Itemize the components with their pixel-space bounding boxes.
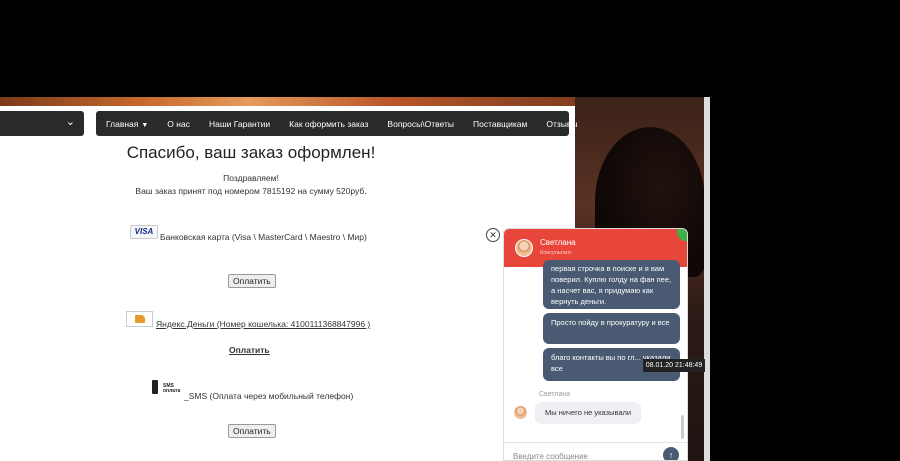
message-text: первая строчка в поиске и я вам поверил.… bbox=[551, 264, 672, 306]
order-summary: Ваш заказ принят под номером 7815192 на … bbox=[135, 186, 367, 196]
nav-item-label: Главная bbox=[106, 118, 139, 129]
chat-scrollbar[interactable] bbox=[681, 415, 684, 439]
card-payment-label: Банковская карта (Visa \ MasterCard \ Ma… bbox=[160, 232, 367, 242]
yandex-pay-link[interactable]: Оплатить bbox=[229, 345, 270, 355]
chat-widget: Светлана Консультант первая строчка в по… bbox=[503, 228, 688, 461]
chat-message-agent: Мы ничего не указывали bbox=[535, 402, 642, 424]
chat-message-user: первая строчка в поиске и я вам поверил.… bbox=[543, 260, 680, 309]
message-text: Просто пойду в прокуратуру и все bbox=[551, 318, 670, 327]
mobile-phone-icon bbox=[152, 380, 158, 394]
close-chat-icon[interactable]: ✕ bbox=[486, 228, 500, 242]
screen: ⌄ Главная ▼ О нас Наши Гарантии Как оформ… bbox=[0, 0, 900, 461]
message-timestamp-tooltip: 08.01.20 21:48:49 bbox=[643, 359, 705, 372]
chevron-down-icon: ⌄ bbox=[65, 116, 75, 128]
top-nav: Главная ▼ О нас Наши Гарантии Как оформит… bbox=[96, 111, 577, 136]
category-dropdown[interactable]: ⌄ bbox=[0, 111, 84, 136]
nav-item-how-to-order[interactable]: Как оформить заказ bbox=[289, 119, 368, 129]
nav-item-guarantees[interactable]: Наши Гарантии bbox=[209, 119, 270, 129]
nav-item-reviews[interactable]: Отзывы bbox=[546, 119, 577, 129]
sms-pay-button[interactable]: Оплатить bbox=[228, 424, 276, 438]
chat-input-placeholder: Введите сообщение bbox=[513, 452, 588, 461]
page-scrollbar[interactable] bbox=[704, 97, 710, 461]
yandex-money-icon bbox=[126, 311, 153, 327]
sms-payment-label: _SMS (Оплата через мобильный телефон) bbox=[184, 391, 354, 401]
message-sender: Светлана bbox=[539, 391, 571, 398]
chat-message-user: Просто пойду в прокуратуру и все bbox=[543, 313, 680, 344]
agent-avatar bbox=[515, 239, 533, 257]
congrats-text: Поздравляем! bbox=[223, 173, 279, 183]
sms-icon-text: SMS оплата bbox=[163, 383, 181, 394]
nav-item-home[interactable]: Главная ▼ bbox=[106, 119, 148, 129]
nav-item-suppliers[interactable]: Поставщикам bbox=[473, 119, 527, 129]
page-title: Спасибо, ваш заказ оформлен! bbox=[126, 143, 376, 162]
visa-card-icon: VISA bbox=[130, 225, 158, 239]
caret-down-icon: ▼ bbox=[141, 121, 149, 129]
agent-name: Светлана bbox=[540, 238, 576, 247]
card-pay-button[interactable]: Оплатить bbox=[228, 274, 276, 288]
online-indicator bbox=[677, 229, 687, 241]
chat-input[interactable]: Введите сообщение ↑ bbox=[504, 442, 687, 461]
send-arrow-icon[interactable]: ↑ bbox=[663, 447, 679, 460]
sms-phone-icon: SMS оплата bbox=[152, 380, 184, 398]
nav-item-about[interactable]: О нас bbox=[167, 119, 190, 129]
agent-role: Консультант bbox=[540, 250, 572, 256]
yandex-payment-label[interactable]: Яндекс.Деньги (Номер кошелька: 410011136… bbox=[156, 319, 370, 329]
nav-item-faq[interactable]: Вопросы\Ответы bbox=[387, 119, 454, 129]
agent-avatar-small bbox=[513, 405, 528, 420]
